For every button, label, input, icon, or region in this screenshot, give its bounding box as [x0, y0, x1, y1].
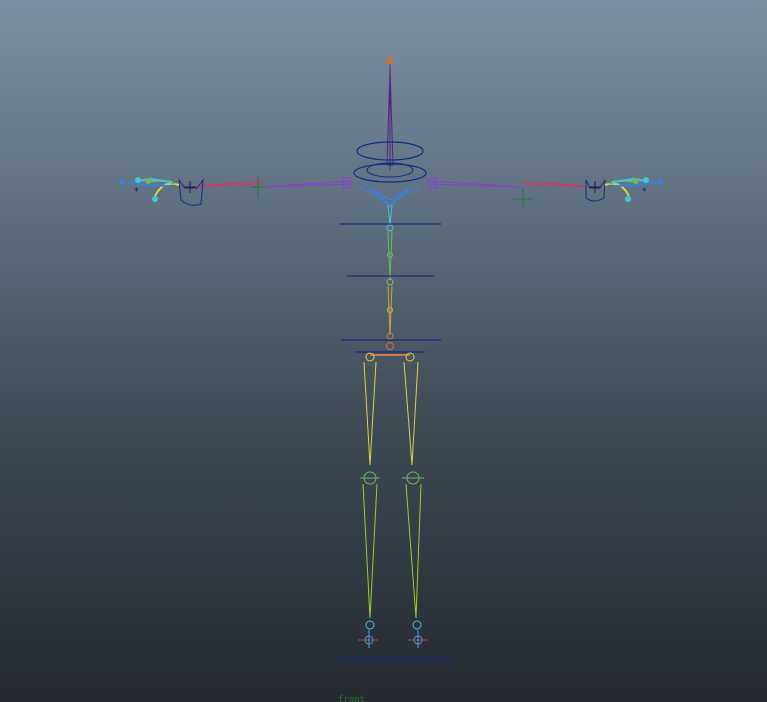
svg-text:⁎: ⁎	[134, 184, 139, 194]
right-arm-chain[interactable]	[427, 177, 606, 209]
head-end-joint[interactable]	[386, 57, 394, 65]
left-forearm-bone[interactable]	[189, 180, 263, 188]
svg-text:⁎: ⁎	[642, 184, 647, 194]
left-shin-bone[interactable]	[362, 483, 378, 619]
maya-viewport[interactable]: ⁎ ⁎ front	[0, 0, 767, 702]
right-forearm-bone[interactable]	[521, 180, 595, 188]
left-hand-fingers[interactable]: ⁎	[119, 177, 180, 202]
left-thigh-bone[interactable]	[363, 361, 377, 466]
left-arm-chain[interactable]	[178, 176, 352, 206]
skeleton-rig[interactable]: ⁎ ⁎	[0, 0, 767, 702]
right-hand-fingers[interactable]: ⁎	[604, 177, 663, 202]
right-leg-chain[interactable]	[402, 361, 428, 648]
clavicle-joints[interactable]	[359, 183, 421, 208]
right-shin-bone[interactable]	[405, 483, 422, 619]
hip-joints[interactable]	[365, 352, 415, 362]
left-upper-arm-bone[interactable]	[261, 180, 351, 188]
hip-root-joint[interactable]	[386, 342, 394, 350]
right-upper-arm-bone[interactable]	[429, 180, 523, 188]
head-joint-chain[interactable]	[386, 57, 394, 170]
left-ankle-joint[interactable]	[365, 620, 375, 630]
left-leg-chain[interactable]	[358, 361, 380, 648]
right-thigh-bone[interactable]	[403, 361, 419, 466]
spine-chain[interactable]	[386, 204, 394, 350]
right-ankle-joint[interactable]	[412, 620, 422, 630]
left-wrist-control[interactable]	[178, 178, 204, 206]
camera-name-label: front	[338, 695, 366, 702]
